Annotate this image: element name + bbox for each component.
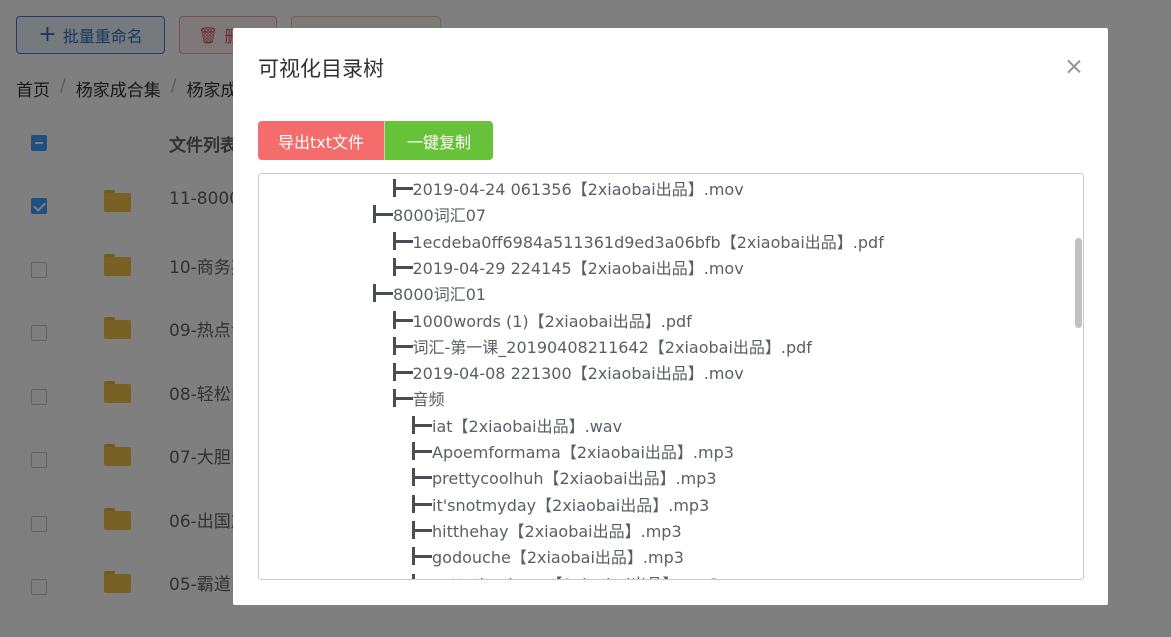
- tree-branch-icon: [392, 362, 413, 382]
- tree-node: iat【2xiaobai出品】.wav: [411, 412, 622, 438]
- directory-tree-dialog: 可视化目录树 导出txt文件 一键复制 2019-04-24 061356【2x…: [233, 28, 1108, 605]
- tree-node-label: 8000词汇01: [393, 285, 487, 305]
- tree-node: cuttothechase【2xiaobai出品】.mp3: [411, 570, 720, 580]
- copy-all-button[interactable]: 一键复制: [384, 121, 493, 160]
- tree-node-label: 1000words (1)【2xiaobai出品】.pdf: [412, 311, 692, 331]
- scrollbar-thumb[interactable]: [1075, 238, 1082, 328]
- tree-node-label: godouche【2xiaobai出品】.mp3: [432, 548, 684, 568]
- tree-branch-icon: [392, 257, 413, 277]
- dialog-actions: 导出txt文件 一键复制: [258, 121, 493, 160]
- tree-node-label: it'snotmyday【2xiaobai出品】.mp3: [432, 495, 710, 515]
- export-txt-button[interactable]: 导出txt文件: [258, 121, 384, 160]
- tree-node-label: iat【2xiaobai出品】.wav: [432, 416, 623, 436]
- tree-node: hitthehay【2xiaobai出品】.mp3: [411, 517, 682, 543]
- tree-node: 1000words (1)【2xiaobai出品】.pdf: [392, 307, 692, 333]
- tree-node-label: cuttothechase【2xiaobai出品】.mp3: [432, 571, 720, 580]
- tree-branch-icon: [392, 388, 413, 408]
- tree-node-label: prettycoolhuh【2xiaobai出品】.mp3: [432, 469, 717, 489]
- tree-node-label: 音频: [412, 390, 445, 410]
- tree-node-label: 词汇-第一课_20190408211642【2xiaobai出品】.pdf: [412, 337, 812, 357]
- tree-node-label: 2019-04-29 224145【2xiaobai出品】.mov: [412, 258, 744, 278]
- close-icon[interactable]: [1063, 56, 1085, 78]
- tree-node: 2019-04-24 061356【2xiaobai出品】.mov: [392, 175, 744, 201]
- tree-branch-icon: [392, 336, 413, 356]
- tree-node: 8000词汇07: [372, 201, 486, 227]
- tree-node-label: Apoemformama【2xiaobai出品】.mp3: [432, 443, 734, 462]
- tree-branch-icon: [411, 520, 432, 540]
- tree-node-label: hitthehay【2xiaobai出品】.mp3: [432, 521, 682, 541]
- tree-branch-icon: [411, 441, 432, 461]
- tree-node: 2019-04-08 221300【2xiaobai出品】.mov: [392, 359, 744, 385]
- tree-branch-icon: [392, 231, 413, 251]
- tree-node: 音频: [392, 385, 445, 411]
- tree-node-label: 2019-04-24 061356【2xiaobai出品】.mov: [412, 180, 744, 199]
- tree-node: 词汇-第一课_20190408211642【2xiaobai出品】.pdf: [392, 333, 812, 359]
- tree-node: 8000词汇01: [372, 280, 486, 306]
- tree-node-label: 2019-04-08 221300【2xiaobai出品】.mov: [412, 364, 744, 384]
- dialog-title: 可视化目录树: [258, 57, 384, 81]
- tree-node-label: 1ecdeba0ff6984a511361d9ed3a06bfb【2xiaoba…: [412, 232, 884, 252]
- directory-tree-view[interactable]: 2019-04-24 061356【2xiaobai出品】.mov 8000词汇0…: [258, 173, 1084, 580]
- tree-branch-icon: [411, 494, 432, 514]
- tree-node: it'snotmyday【2xiaobai出品】.mp3: [411, 491, 709, 517]
- tree-branch-icon: [411, 546, 432, 566]
- tree-branch-icon: [392, 178, 413, 198]
- tree-branch-icon: [411, 415, 432, 435]
- tree-branch-icon: [372, 204, 393, 224]
- tree-branch-icon: [411, 573, 431, 579]
- tree-node: prettycoolhuh【2xiaobai出品】.mp3: [411, 464, 717, 490]
- tree-branch-icon: [392, 310, 413, 330]
- tree-node-label: 8000词汇07: [393, 206, 487, 226]
- tree-node: godouche【2xiaobai出品】.mp3: [411, 543, 684, 569]
- tree-branch-icon: [372, 283, 393, 303]
- scrollbar[interactable]: [1075, 174, 1083, 579]
- tree-node: Apoemformama【2xiaobai出品】.mp3: [411, 438, 734, 464]
- tree-node: 2019-04-29 224145【2xiaobai出品】.mov: [392, 254, 744, 280]
- tree-node: 1ecdeba0ff6984a511361d9ed3a06bfb【2xiaoba…: [392, 228, 884, 254]
- tree-branch-icon: [411, 467, 432, 487]
